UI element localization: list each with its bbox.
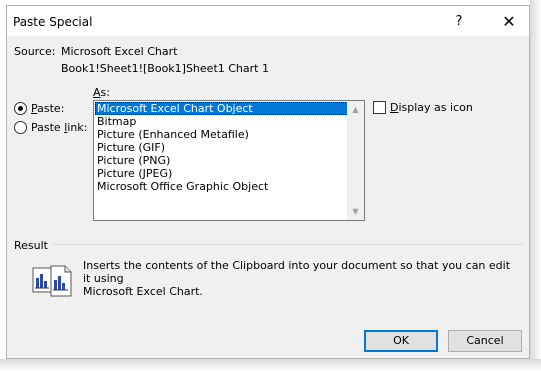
scroll-up-icon[interactable]: ▲ <box>347 101 364 118</box>
close-button[interactable]: ✕ <box>498 12 520 32</box>
source-path: Book1!Sheet1![Book1]Sheet1 Chart 1 <box>61 62 269 75</box>
as-label-accel: A <box>93 86 101 99</box>
paste-special-dialog: Paste Special ? ✕ Source: Microsoft Exce… <box>6 5 530 359</box>
display-as-icon-checkbox[interactable] <box>373 101 386 114</box>
source-value: Microsoft Excel Chart <box>61 45 178 58</box>
paste-radio[interactable] <box>14 102 27 115</box>
display-as-icon-label: Display as icon <box>390 101 473 114</box>
paste-link-radio-label: Paste link: <box>31 121 87 134</box>
paste-link-radio[interactable] <box>14 121 27 134</box>
as-format-listbox[interactable]: Microsoft Excel Chart Object Bitmap Pict… <box>93 100 365 221</box>
display-as-icon-option[interactable]: Display as icon <box>373 101 473 114</box>
result-divider <box>53 244 523 245</box>
result-text-line1: Inserts the contents of the Clipboard in… <box>83 259 511 285</box>
display-as-icon-label-rest: isplay as icon <box>398 101 473 114</box>
as-label: As: <box>93 86 110 99</box>
dialog-title: Paste Special <box>13 15 93 29</box>
list-item[interactable]: Bitmap <box>95 115 348 128</box>
paste-radio-option[interactable]: Paste: <box>14 102 64 115</box>
title-bar: Paste Special ? ✕ <box>7 6 529 36</box>
source-label: Source: <box>14 45 56 58</box>
result-text-line2: Microsoft Excel Chart. <box>83 285 203 298</box>
list-item[interactable]: Microsoft Office Graphic Object <box>95 180 348 193</box>
paste-link-label-prefix: Paste <box>31 121 65 134</box>
paste-label-rest: aste: <box>37 102 65 115</box>
paste-link-radio-option[interactable]: Paste link: <box>14 121 87 134</box>
as-format-list: Microsoft Excel Chart Object Bitmap Pict… <box>95 102 348 193</box>
ok-button[interactable]: OK <box>364 330 438 352</box>
window-shadow-right <box>530 0 541 371</box>
paste-radio-label: Paste: <box>31 102 64 115</box>
list-item[interactable]: Microsoft Excel Chart Object <box>95 102 348 115</box>
paste-link-label-rest: ink: <box>67 121 88 134</box>
scroll-down-icon[interactable]: ▼ <box>347 203 364 220</box>
as-label-rest: s: <box>100 86 110 99</box>
help-button[interactable]: ? <box>448 12 470 32</box>
list-item[interactable]: Picture (Enhanced Metafile) <box>95 128 348 141</box>
list-item[interactable]: Picture (PNG) <box>95 154 348 167</box>
result-description: Inserts the contents of the Clipboard in… <box>83 259 513 298</box>
cancel-button[interactable]: Cancel <box>448 330 522 352</box>
list-item[interactable]: Picture (GIF) <box>95 141 348 154</box>
result-label: Result <box>14 239 48 252</box>
window-shadow-bottom <box>0 359 541 371</box>
list-scrollbar[interactable]: ▲ ▼ <box>347 101 364 220</box>
paste-chart-icon <box>31 264 75 298</box>
list-item[interactable]: Picture (JPEG) <box>95 167 348 180</box>
